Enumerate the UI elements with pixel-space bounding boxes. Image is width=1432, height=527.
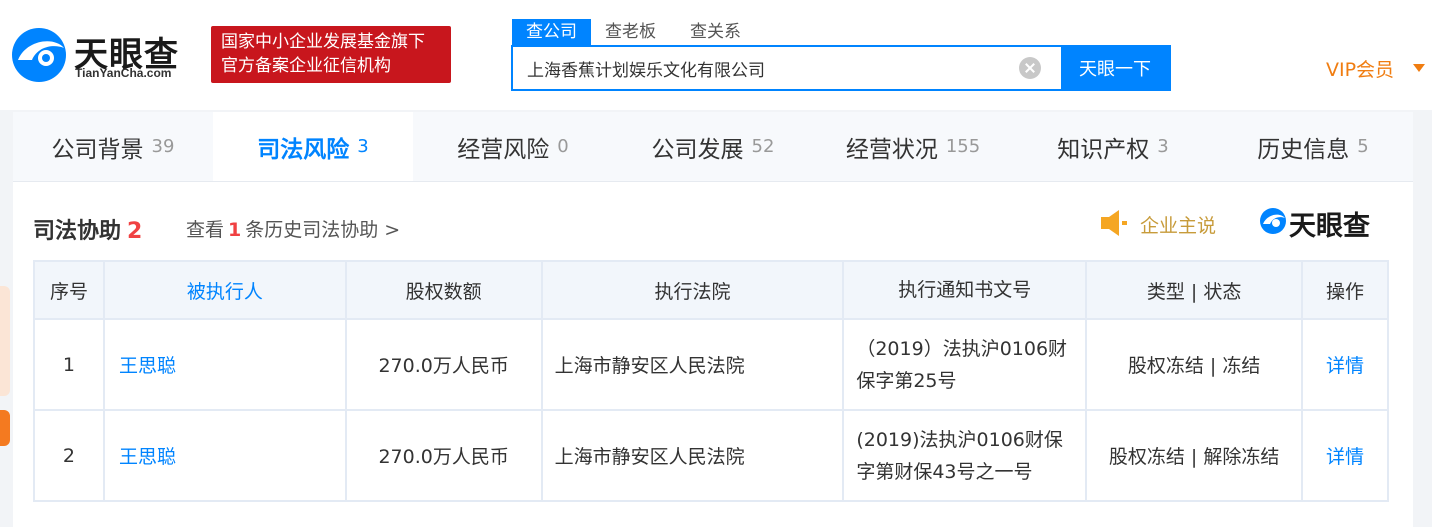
speaker-icon[interactable] xyxy=(1099,208,1129,238)
tab-label: 司法风险 xyxy=(257,136,350,163)
detail-link[interactable]: 详情 xyxy=(1301,318,1389,411)
table-row: 2 王思聪 270.0万人民币 上海市静安区人民法院 (2019)法执沪0106… xyxy=(33,409,1389,502)
search-type-tabs: 查公司 查老板 查关系 xyxy=(512,19,761,45)
side-decoration xyxy=(0,286,10,396)
search-bar: 天眼一下 xyxy=(511,45,1171,91)
vip-member-link[interactable]: VIP会员 xyxy=(1326,55,1394,82)
tab-count: 39 xyxy=(151,136,175,157)
col-header-doc: 执行通知书文号 xyxy=(842,260,1088,320)
tab-search-relation[interactable]: 查关系 xyxy=(676,19,755,45)
side-float-tab[interactable] xyxy=(0,410,10,446)
search-button[interactable]: 天眼一下 xyxy=(1061,47,1169,89)
tab-operating-risk[interactable]: 经营风险 0 xyxy=(413,112,613,181)
tab-count: 0 xyxy=(557,136,569,157)
tab-intellectual-property[interactable]: 知识产权 3 xyxy=(1013,112,1213,181)
detail-link[interactable]: 详情 xyxy=(1301,409,1389,502)
category-nav: 公司背景 39 司法风险 3 经营风险 0 公司发展 52 经营状况 155 知… xyxy=(13,112,1413,182)
cell-type-status: 股权冻结 | 解除冻结 xyxy=(1085,409,1304,502)
tab-search-boss[interactable]: 查老板 xyxy=(591,19,670,45)
cell-no: 2 xyxy=(33,409,105,502)
badge-line-2: 官方备案企业征信机构 xyxy=(221,56,391,76)
badge-line-1: 国家中小企业发展基金旗下 xyxy=(221,32,425,52)
cell-amount: 270.0万人民币 xyxy=(344,409,543,502)
search-input[interactable] xyxy=(513,47,1019,89)
eye-logo-icon xyxy=(12,28,66,82)
tab-count: 3 xyxy=(1157,136,1169,157)
col-header-person: 被执行人 xyxy=(102,260,347,320)
tab-label: 经营状况 xyxy=(845,136,938,163)
tab-count: 3 xyxy=(357,136,369,157)
tab-label: 公司背景 xyxy=(51,136,144,163)
section-title-text: 司法协助 xyxy=(33,219,122,244)
col-header-op: 操作 xyxy=(1301,260,1389,320)
col-header-type: 类型 | 状态 xyxy=(1085,260,1304,320)
cell-doc: (2019)法执沪0106财保字第财保43号之一号 xyxy=(842,409,1088,502)
tab-label: 历史信息 xyxy=(1257,136,1350,163)
cell-court: 上海市静安区人民法院 xyxy=(540,318,845,411)
tab-judicial-risk[interactable]: 司法风险 3 xyxy=(213,112,413,181)
clear-icon[interactable] xyxy=(1019,57,1041,79)
person-link[interactable]: 王思聪 xyxy=(102,318,347,411)
tab-label: 知识产权 xyxy=(1057,136,1150,163)
tab-operating-status[interactable]: 经营状况 155 xyxy=(813,112,1013,181)
cell-type-status: 股权冻结 | 冻结 xyxy=(1085,318,1304,411)
mini-logo-text: 天眼查 xyxy=(1289,211,1370,242)
logo-domain: TianYanCha.com xyxy=(75,66,172,80)
table-row: 1 王思聪 270.0万人民币 上海市静安区人民法院 （2019）法执沪0106… xyxy=(33,318,1389,411)
tab-search-company[interactable]: 查公司 xyxy=(512,19,591,45)
cell-amount: 270.0万人民币 xyxy=(344,318,543,411)
owner-say-link[interactable]: 企业主说 xyxy=(1140,211,1216,238)
section-count: 2 xyxy=(127,219,143,244)
col-header-no: 序号 xyxy=(33,260,105,320)
tab-count: 52 xyxy=(751,136,775,157)
caret-down-icon[interactable] xyxy=(1413,64,1425,72)
tab-company-development[interactable]: 公司发展 52 xyxy=(613,112,813,181)
cell-no: 1 xyxy=(33,318,105,411)
judicial-assistance-table: 序号 被执行人 股权数额 执行法院 执行通知书文号 类型 | 状态 操作 1 王… xyxy=(33,260,1389,502)
section-title: 司法协助 2 xyxy=(33,213,142,245)
col-header-amount: 股权数额 xyxy=(344,260,543,320)
history-count: 1 xyxy=(228,219,242,241)
tab-count: 5 xyxy=(1357,136,1369,157)
cell-court: 上海市静安区人民法院 xyxy=(540,409,845,502)
tab-label: 公司发展 xyxy=(651,136,744,163)
history-prefix: 查看 xyxy=(186,219,225,241)
tianyancha-logo[interactable]: 天眼查 TianYanCha.com xyxy=(10,26,200,86)
top-header: 天眼查 TianYanCha.com 国家中小企业发展基金旗下 官方备案企业征信… xyxy=(0,0,1432,110)
tab-label: 经营风险 xyxy=(457,136,550,163)
official-badge: 国家中小企业发展基金旗下 官方备案企业征信机构 xyxy=(211,26,451,83)
person-link[interactable]: 王思聪 xyxy=(102,409,347,502)
table-header-row: 序号 被执行人 股权数额 执行法院 执行通知书文号 类型 | 状态 操作 xyxy=(33,260,1389,320)
main-panel: 公司背景 39 司法风险 3 经营风险 0 公司发展 52 经营状况 155 知… xyxy=(13,112,1413,527)
history-suffix: 条历史司法协助 > xyxy=(245,219,401,241)
tab-count: 155 xyxy=(945,136,981,157)
tab-history-info[interactable]: 历史信息 5 xyxy=(1213,112,1413,181)
history-link[interactable]: 查看 1 条历史司法协助 > xyxy=(186,215,400,242)
tianyancha-mini-logo: 天眼查 xyxy=(1259,204,1389,242)
tab-company-background[interactable]: 公司背景 39 xyxy=(13,112,213,181)
eye-logo-icon xyxy=(1260,208,1286,234)
cell-doc: （2019）法执沪0106财保字第25号 xyxy=(842,318,1088,411)
col-header-court: 执行法院 xyxy=(540,260,845,320)
